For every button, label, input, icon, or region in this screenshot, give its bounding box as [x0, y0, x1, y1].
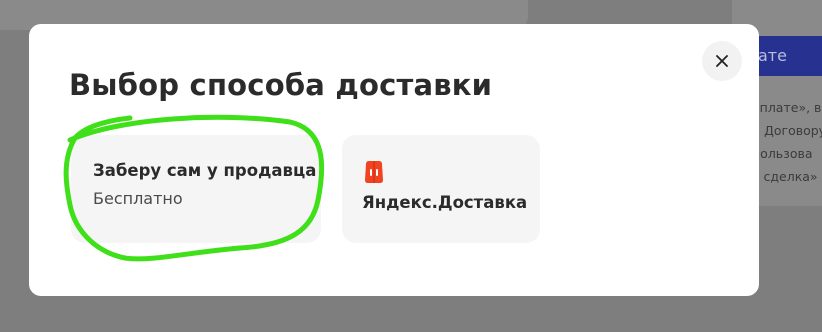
delivery-option-title: Заберу сам у продавца	[93, 161, 317, 180]
background-terms-line: оплате», в	[752, 100, 822, 115]
delivery-option-title: Яндекс.Доставка	[362, 193, 528, 212]
delivery-option-pickup[interactable]: Заберу сам у продавца Бесплатно	[71, 135, 321, 243]
background-terms-text: оплате», в и Договору пользова я сделка»	[752, 96, 822, 188]
background-terms-line: и Договору	[752, 123, 822, 138]
close-button[interactable]	[702, 41, 742, 81]
modal-title: Выбор способа доставки	[69, 68, 493, 102]
delivery-method-modal: Выбор способа доставки Заберу сам у прод…	[29, 24, 759, 296]
delivery-option-price: Бесплатно	[93, 189, 183, 208]
delivery-option-yandex[interactable]: Яндекс.Доставка	[342, 135, 540, 243]
background-terms-line: пользова	[752, 146, 813, 161]
yandex-delivery-icon	[365, 161, 383, 183]
background-terms-line: я сделка»	[752, 169, 818, 184]
close-icon	[716, 55, 728, 67]
